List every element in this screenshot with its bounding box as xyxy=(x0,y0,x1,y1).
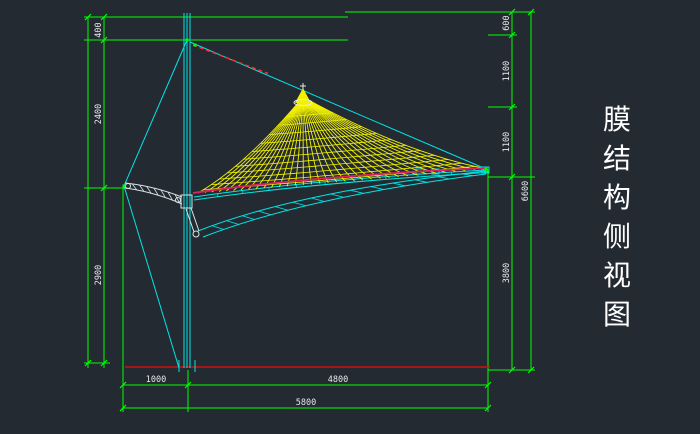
cantilever-truss xyxy=(198,171,486,237)
dim-right-3800: 3800 xyxy=(502,263,512,283)
title-char: 膜 xyxy=(596,100,638,139)
title-char: 结 xyxy=(596,139,638,178)
cad-viewport: 400 2400 2900 600 1100 1100 3800 6600 10… xyxy=(0,0,700,434)
title-char: 图 xyxy=(596,295,638,334)
dim-bottom-4800: 4800 xyxy=(328,375,348,385)
back-stay-cable xyxy=(124,40,187,186)
dim-left-2900: 2900 xyxy=(94,265,104,285)
structure-layer xyxy=(124,13,489,372)
pin-joint-left xyxy=(126,184,131,189)
dimension-tick-marks xyxy=(85,9,534,411)
title-char: 构 xyxy=(596,178,638,217)
dim-left-400: 400 xyxy=(94,22,104,37)
membrane-structure-drawing: 400 2400 2900 600 1100 1100 3800 6600 10… xyxy=(0,0,700,434)
pin-joint-strut xyxy=(193,231,199,237)
dim-right-total: 6600 xyxy=(521,181,531,201)
left-truss-assembly xyxy=(125,183,199,237)
dim-right-1100a: 1100 xyxy=(502,61,512,81)
dimension-layer xyxy=(84,9,535,412)
title-char: 视 xyxy=(596,256,638,295)
edge-beam xyxy=(194,169,486,200)
membrane-peak-cap xyxy=(294,83,312,106)
drawing-title: 膜 结 构 侧 视 图 xyxy=(596,100,638,334)
dim-bottom-1000: 1000 xyxy=(146,375,166,385)
membrane-mesh xyxy=(198,97,485,193)
dim-right-1100b: 1100 xyxy=(502,132,512,152)
dimension-texts: 400 2400 2900 600 1100 1100 3800 6600 10… xyxy=(94,15,531,408)
mast xyxy=(179,13,195,372)
dim-right-600: 600 xyxy=(502,15,512,30)
lower-stay-cable xyxy=(124,186,179,368)
title-char: 侧 xyxy=(596,217,638,256)
dim-left-2400: 2400 xyxy=(94,104,104,124)
left-truss-bottom-chord xyxy=(125,188,182,204)
dim-bottom-total: 5800 xyxy=(296,398,316,408)
